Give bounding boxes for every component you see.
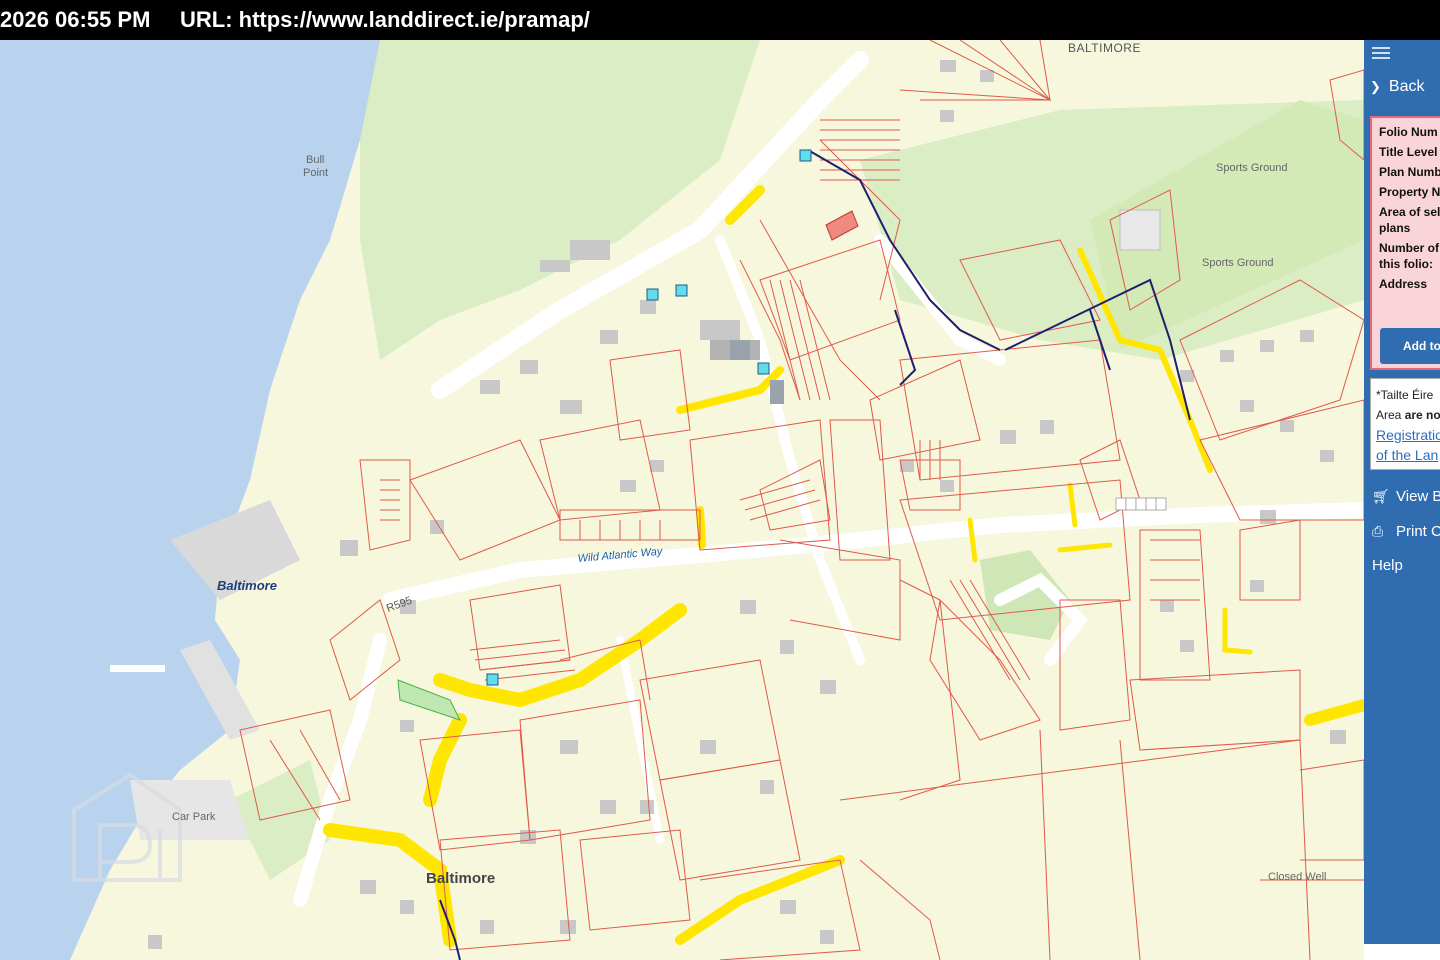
jetty: [110, 665, 165, 672]
capture-url: URL: https://www.landdirect.ie/pramap/: [180, 7, 590, 32]
hamburger-icon[interactable]: [1372, 44, 1390, 62]
plan-number-label: Plan Numb: [1379, 165, 1440, 179]
print-label: Print C: [1396, 523, 1440, 540]
land-link[interactable]: of the Lan: [1376, 445, 1440, 465]
notice-line: Area are no: [1376, 405, 1440, 425]
back-button[interactable]: ❯ Back: [1370, 78, 1424, 96]
map-canvas[interactable]: BALTIMORE Bull Point Sports Ground Sport…: [0, 40, 1364, 960]
sidebar-footer: [1364, 944, 1440, 960]
map-label-harbour: Baltimore: [217, 578, 277, 593]
map-label-baltimore-town: Baltimore: [426, 870, 495, 887]
view-basket-button[interactable]: 🛒︎ View B: [1372, 488, 1440, 505]
map-label-closed-well: Closed Well: [1268, 871, 1327, 883]
folio-number-label: Folio Num: [1379, 125, 1438, 139]
notice-line: *Tailte Éire: [1376, 388, 1434, 402]
map-marker: [757, 362, 770, 375]
view-basket-label: View B: [1396, 488, 1440, 505]
print-button[interactable]: ⎙ Print C: [1372, 523, 1440, 540]
map-marker: [675, 284, 688, 297]
house-number-row: [1115, 497, 1167, 511]
folio-info-panel: Folio Num Title Level Plan Numb Property…: [1370, 116, 1440, 370]
back-label: Back: [1388, 78, 1425, 95]
map-marker: [486, 673, 499, 686]
capture-header: 2026 06:55 PM URL: https://www.landdirec…: [0, 0, 1440, 40]
map-label-baltimore: BALTIMORE: [1068, 41, 1141, 55]
map-label-sports-ground: Sports Ground: [1216, 162, 1288, 174]
address-label: Address: [1379, 277, 1428, 291]
area-label: Area of sel plans: [1379, 205, 1440, 235]
capture-timestamp: 2026 06:55 PM: [0, 7, 151, 32]
notice-text: Area: [1376, 408, 1405, 422]
map-label-sports-ground: Sports Ground: [1202, 257, 1274, 269]
number-of-plans-label: Number of this folio:: [1379, 241, 1439, 271]
registration-link[interactable]: Registratio: [1376, 425, 1440, 445]
title-level-label: Title Level: [1379, 145, 1438, 159]
notice-bold: are no: [1404, 408, 1440, 422]
cart-icon: 🛒︎: [1372, 488, 1390, 504]
map-label-point: Point: [303, 167, 328, 179]
help-link[interactable]: Help: [1372, 557, 1403, 574]
chevron-right-icon: ❯: [1370, 79, 1381, 94]
add-to-basket-button[interactable]: Add to: [1380, 328, 1440, 364]
map-marker: [646, 288, 659, 301]
property-map[interactable]: BALTIMORE Bull Point Sports Ground Sport…: [0, 40, 1364, 960]
tailte-notice: *Tailte Éire Area are no Registratio of …: [1370, 378, 1440, 470]
printer-icon: ⎙: [1372, 523, 1384, 539]
sidebar-panel: ❯ Back Folio Num Title Level Plan Numb Pr…: [1364, 40, 1440, 944]
map-label-car-park: Car Park: [172, 811, 216, 823]
map-marker: [799, 149, 812, 162]
property-no-label: Property N: [1379, 185, 1440, 199]
map-label-bull: Bull: [306, 154, 324, 166]
